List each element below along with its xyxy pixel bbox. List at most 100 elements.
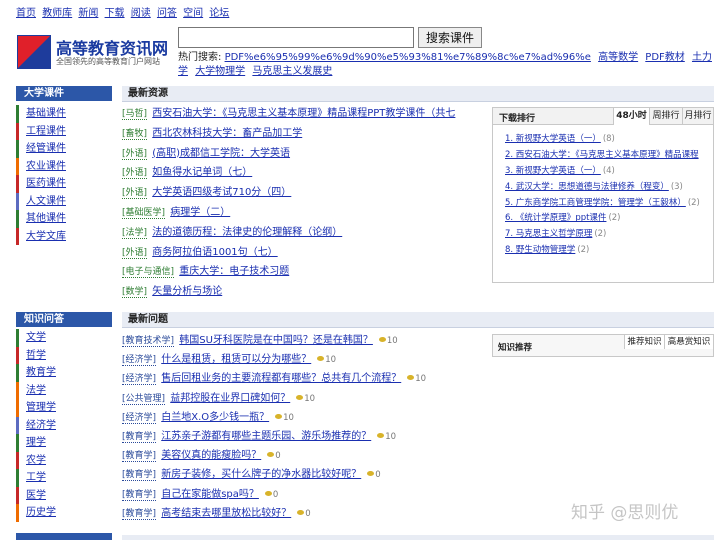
category-tag[interactable]: [马哲] [122,109,148,120]
sidebar-item-law[interactable]: 法学 [16,381,112,399]
ranking-link[interactable]: 4. 武汉大学：思想道德与法律修养（程变） [505,182,669,192]
tab-high-reward-knowledge[interactable]: 高悬赏知识 [664,335,713,349]
search-button[interactable]: 搜索课件 [418,27,482,48]
resource-link[interactable]: 重庆大学：电子技术习题 [179,266,289,277]
resource-link[interactable]: 大学英语四级考试710分（四） [152,187,291,198]
sidebar-link[interactable]: 经济学 [26,420,56,431]
sidebar-link[interactable]: 文学 [26,332,46,343]
hot-search-link[interactable]: 马克思主义发展史 [252,66,332,77]
category-tag[interactable]: [教育技术学] [122,336,175,347]
category-tag[interactable]: [公共管理] [122,393,166,405]
question-link[interactable]: 美容仪真的能瘦脸吗？ [161,450,261,461]
sidebar-item-agriculture-courses[interactable]: 农业课件 [16,157,112,175]
sidebar-courses-title[interactable]: 大学课件 [16,86,112,101]
sidebar-item-history[interactable]: 历史学 [16,504,112,522]
sidebar-item-philosophy[interactable]: 哲学 [16,346,112,364]
sidebar-item-economics[interactable]: 经济学 [16,416,112,434]
hot-search-link[interactable]: PDF教材 [645,52,684,63]
question-link[interactable]: 白兰地X.O多少钱一瓶？ [161,412,269,423]
tab-recommended-knowledge[interactable]: 推荐知识 [624,335,664,349]
ranking-link[interactable]: 3. 新视野大学英语（一） [505,166,601,176]
category-tag[interactable]: [外语] [122,188,148,200]
question-link[interactable]: 新房子装修，买什么牌子的净水器比较好呢？ [161,469,361,480]
sidebar-link[interactable]: 医学 [26,490,46,501]
sidebar-link[interactable]: 工学 [26,472,46,483]
sidebar-link[interactable]: 农学 [26,455,46,466]
resource-link[interactable]: 西北农林科技大学：畜产品加工学 [152,128,302,139]
sidebar-link[interactable]: 经管课件 [26,143,66,154]
question-link[interactable]: 益邦控股在业界口碑如何？ [170,393,290,404]
sidebar-link[interactable]: 人文课件 [26,196,66,207]
resource-link[interactable]: 矢量分析与场论 [152,286,222,297]
category-tag[interactable]: [电子与通信] [122,267,175,279]
category-tag[interactable]: [畜牧] [122,128,148,140]
sidebar-link[interactable]: 农业课件 [26,161,66,172]
nav-teachers[interactable]: 教师库 [42,8,72,19]
nav-download[interactable]: 下载 [105,8,125,19]
sidebar-link[interactable]: 工程课件 [26,126,66,137]
category-tag[interactable]: [经济学] [122,374,157,386]
ranking-link[interactable]: 6. 《统计学原理》ppt课件 [505,213,606,223]
sidebar-link[interactable]: 法学 [26,385,46,396]
question-link[interactable]: 江苏亲子游都有哪些主题乐园、游乐场推荐的？ [161,431,371,442]
category-tag[interactable]: [教育学] [122,431,157,443]
sidebar-item-management[interactable]: 管理学 [16,399,112,417]
tab-weekly[interactable]: 周排行 [649,108,682,125]
sidebar-link[interactable]: 基础课件 [26,108,66,119]
sidebar-item-engineering[interactable]: 工学 [16,469,112,487]
ranking-link[interactable]: 5. 广东商学院工商管理学院：管理学（王毅林） [505,198,686,208]
resource-link[interactable]: 商务阿拉伯语1001句（七） [152,247,277,258]
resource-link[interactable]: (高职)成都信工学院：大学英语 [152,148,290,159]
sidebar-link[interactable]: 教育学 [26,367,56,378]
category-tag[interactable]: [教育学] [122,489,157,501]
sidebar-link[interactable]: 管理学 [26,402,56,413]
sidebar-item-library[interactable]: 大学文库 [16,227,112,245]
ranking-link[interactable]: 8. 野生动物管理学 [505,245,575,255]
category-tag[interactable]: [教育学] [122,508,157,520]
category-tag[interactable]: [教育学] [122,470,157,482]
question-link[interactable]: 韩国SU牙科医院是在中国吗？还是在韩国？ [179,335,373,346]
nav-forum[interactable]: 论坛 [209,8,229,19]
category-tag[interactable]: [经济学] [122,355,157,367]
category-tag[interactable]: [外语] [122,168,148,180]
ranking-link[interactable]: 7. 马克思主义哲学原理 [505,229,592,239]
category-tag[interactable]: [教育学] [122,451,157,463]
category-tag[interactable]: [经济学] [122,412,157,424]
sidebar-item-science[interactable]: 理学 [16,434,112,452]
sidebar-link[interactable]: 理学 [26,437,46,448]
sidebar-item-agriculture[interactable]: 农学 [16,451,112,469]
sidebar-item-engineering-courses[interactable]: 工程课件 [16,122,112,140]
sidebar-link[interactable]: 其他课件 [26,213,66,224]
sidebar-item-humanities-courses[interactable]: 人文课件 [16,192,112,210]
hot-search-link[interactable]: 高等数学 [598,52,638,63]
nav-qa[interactable]: 问答 [157,8,177,19]
question-link[interactable]: 售后回租业务的主要流程都有哪些？总共有几个流程？ [161,373,401,384]
category-tag[interactable]: [外语] [122,247,148,259]
tab-monthly[interactable]: 月排行 [682,108,713,125]
sidebar-qa-title[interactable]: 知识问答 [16,312,112,327]
sidebar-link[interactable]: 哲学 [26,350,46,361]
nav-home[interactable]: 首页 [16,8,36,19]
search-input[interactable] [178,27,414,48]
sidebar-item-medicine-courses[interactable]: 医药课件 [16,175,112,193]
category-tag[interactable]: [数学] [122,287,148,299]
category-tag[interactable]: [法学] [122,227,148,239]
resource-link[interactable]: 西安石油大学：《马克思主义基本原理》精品课程PPT教学课件（共七 [152,108,455,119]
hot-search-link[interactable]: 大学物理学 [195,66,245,77]
site-logo-icon[interactable] [17,35,51,69]
question-link[interactable]: 高考结束去哪里放松比较好？ [161,508,291,519]
hot-search-link[interactable]: PDF%e6%95%99%e6%9d%90%e5%93%81%e7%89%8c%… [225,52,591,63]
question-link[interactable]: 自己在家能做spa吗？ [161,489,259,500]
ranking-link[interactable]: 1. 新视野大学英语（一） [505,134,601,144]
category-tag[interactable]: [外语] [122,148,148,160]
sidebar-link[interactable]: 大学文库 [26,231,66,242]
resource-link[interactable]: 病理学（二） [170,207,230,218]
sidebar-item-literature[interactable]: 文学 [16,329,112,347]
nav-space[interactable]: 空间 [183,8,203,19]
sidebar-item-medicine[interactable]: 医学 [16,486,112,504]
resource-link[interactable]: 如鱼得水记单词（七） [152,167,252,178]
tab-48h[interactable]: 48小时 [613,108,649,125]
category-tag[interactable]: [基础医学] [122,207,166,219]
nav-reading[interactable]: 阅读 [131,8,151,19]
sidebar-item-other-courses[interactable]: 其他课件 [16,210,112,228]
